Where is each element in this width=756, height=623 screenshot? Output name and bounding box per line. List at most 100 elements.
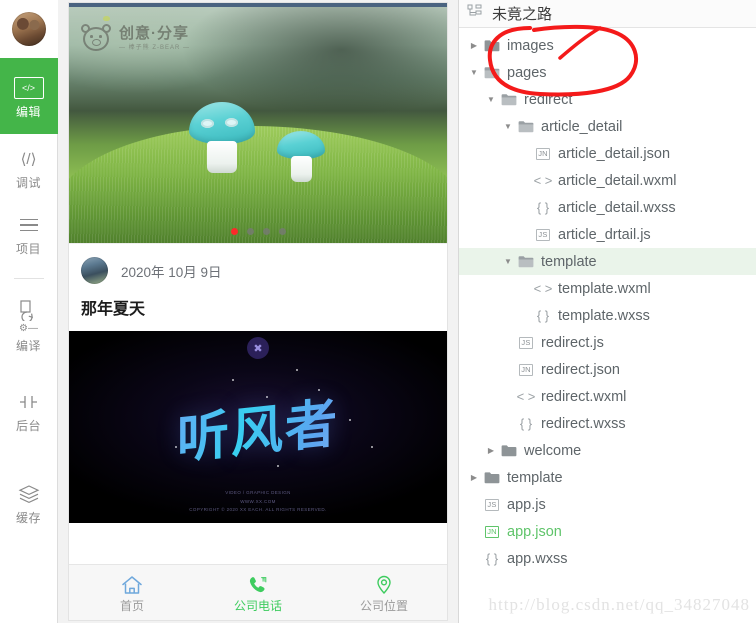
tree-row-label: redirect — [524, 91, 573, 108]
mushroom-large — [189, 102, 255, 173]
folder-closed-icon — [481, 471, 503, 484]
chevron-right-icon[interactable]: ▶ — [467, 41, 481, 50]
tree-folder-row[interactable]: ▼ redirect — [459, 86, 756, 113]
article-title: 那年夏天 — [81, 301, 146, 318]
angle-brackets-icon: ⟨/⟩ — [20, 151, 37, 168]
carousel-indicator[interactable] — [69, 228, 447, 235]
js-file-icon: JS — [481, 498, 503, 511]
tree-folder-row[interactable]: ▶ images — [459, 32, 756, 59]
tab-company-location[interactable]: 公司位置 — [321, 574, 447, 612]
js-file-icon: JS — [532, 228, 554, 241]
hamburger-icon — [19, 213, 38, 237]
phone-icon — [246, 574, 270, 596]
tree-folder-row[interactable]: ▶ welcome — [459, 437, 756, 464]
sidebar-item-label: 编辑 — [15, 105, 41, 119]
home-icon — [120, 574, 144, 596]
tree-file-row[interactable]: ▶{ }template.wxss — [459, 302, 756, 329]
simulator-preview-panel: 创意·分享 — 棒子熊 Z-BEAR — 2020年 10月 9日 那年夏天 ✖… — [58, 0, 458, 623]
tree-row-label: welcome — [524, 442, 582, 459]
carousel-dot-1[interactable] — [230, 228, 238, 235]
sidebar-item-debug[interactable]: ⟨/⟩ 调试 — [0, 134, 58, 200]
sidebar-item-cache[interactable]: 缓存 — [0, 469, 58, 535]
tree-file-row[interactable]: ▶JNapp.json — [459, 518, 756, 545]
sidebar-item-compile[interactable]: ⚙— 编译 — [0, 285, 58, 363]
tree-file-row[interactable]: ▶JSredirect.js — [459, 329, 756, 356]
tree-file-row[interactable]: ▶< >redirect.wxml — [459, 383, 756, 410]
folder-closed-icon — [498, 444, 520, 457]
banner-carousel[interactable]: 创意·分享 — 棒子熊 Z-BEAR — — [69, 7, 447, 243]
tab-label: 公司电话 — [233, 598, 282, 613]
layers-cache-icon — [17, 482, 41, 506]
folder-open-icon — [481, 66, 503, 79]
avatar-image — [11, 12, 46, 46]
sidebar-item-label: 编译 — [15, 339, 41, 353]
chevron-right-icon[interactable]: ▶ — [484, 446, 498, 455]
tree-folder-row[interactable]: ▼ article_detail — [459, 113, 756, 140]
sidebar-item-label: 缓存 — [15, 511, 41, 525]
chevron-right-icon[interactable]: ▶ — [467, 473, 481, 482]
wxss-file-icon: { } — [519, 416, 533, 431]
chevron-down-icon[interactable]: ▼ — [467, 68, 481, 77]
grass-decoration — [69, 126, 447, 243]
sidebar-item-backend[interactable]: 后台 — [0, 377, 58, 443]
sidebar-divider — [13, 278, 44, 279]
article-date: 2020年 10月 9日 — [121, 264, 222, 280]
compile-refresh-icon — [18, 298, 40, 322]
wxml-file-icon: < > — [516, 389, 536, 404]
tree-row-label: article_detail.wxml — [558, 172, 677, 189]
sidebar-item-project[interactable]: 项目 — [0, 200, 58, 266]
sidebar-item-label: 后台 — [15, 419, 41, 433]
tree-row-label: redirect.js — [541, 334, 604, 351]
folder-open-icon — [515, 255, 537, 268]
sidebar-item-edit[interactable]: </> 编辑 — [0, 58, 58, 134]
folder-open-icon — [498, 93, 520, 106]
author-avatar — [81, 257, 108, 284]
tree-file-row[interactable]: ▶{ }redirect.wxss — [459, 410, 756, 437]
carousel-dot-4[interactable] — [278, 228, 286, 235]
wxml-file-icon: < > — [533, 173, 553, 188]
tree-file-row[interactable]: ▶JNredirect.json — [459, 356, 756, 383]
tree-file-row[interactable]: ▶< >article_detail.wxml — [459, 167, 756, 194]
tree-row-label: template — [507, 469, 563, 486]
tree-file-row[interactable]: ▶JSapp.js — [459, 491, 756, 518]
tree-file-row[interactable]: ▶{ }app.wxss — [459, 545, 756, 572]
tree-row-label: article_detail.wxss — [558, 199, 676, 216]
tree-row-label: app.js — [507, 496, 546, 513]
wxss-file-icon: { } — [536, 308, 550, 323]
file-tree-panel: 未竟之路 ▶ images ▼ pages ▼ redirect ▼ article_deta… — [458, 0, 756, 623]
chevron-down-icon[interactable]: ▼ — [501, 257, 515, 266]
project-tree-icon — [467, 4, 482, 24]
js-file-icon: JS — [515, 336, 537, 349]
backend-panel-icon — [17, 390, 41, 414]
tree-file-row[interactable]: ▶JNarticle_detail.json — [459, 140, 756, 167]
tab-company-phone[interactable]: 公司电话 — [195, 574, 321, 612]
cover-fineprint: VIDEO / GRAPHIC DESIGN WWW.XX.COM COPYRI… — [189, 490, 327, 513]
carousel-dot-3[interactable] — [262, 228, 270, 235]
file-tree-list[interactable]: ▶ images ▼ pages ▼ redirect ▼ article_detail ▶ JN… — [459, 28, 756, 623]
tree-row-label: redirect.wxss — [541, 415, 626, 432]
tree-folder-row[interactable]: ▼ pages — [459, 59, 756, 86]
tree-file-row[interactable]: ▶< >template.wxml — [459, 275, 756, 302]
wxss-file-icon: { } — [536, 200, 550, 215]
wxss-file-icon: { } — [485, 551, 499, 566]
tree-file-row[interactable]: ▶{ }article_detail.wxss — [459, 194, 756, 221]
sidebar-item-label: 调试 — [15, 176, 41, 190]
chevron-down-icon[interactable]: ▼ — [501, 122, 515, 131]
tab-home[interactable]: 首页 — [69, 574, 195, 612]
wechat-devtools-window: </> 编辑 ⟨/⟩ 调试 项目 ⚙— 编译 后台 缓存 创意·分享 — 棒子熊… — [0, 0, 756, 623]
tree-row-label: pages — [507, 64, 547, 81]
tree-row-label: article_detail.json — [558, 145, 671, 162]
carousel-dot-2[interactable] — [246, 228, 254, 235]
tree-row-label: template.wxml — [558, 280, 651, 297]
chevron-down-icon[interactable]: ▼ — [484, 95, 498, 104]
tree-file-row[interactable]: ▶JSarticle_drtail.js — [459, 221, 756, 248]
article-cover-image[interactable]: ✖ 听风者 VIDEO / GRAPHIC DESIGN WWW.XX.COM … — [69, 331, 447, 523]
project-title: 未竟之路 — [492, 6, 553, 23]
json-file-icon: JN — [515, 363, 537, 376]
tree-folder-row[interactable]: ▶ template — [459, 464, 756, 491]
user-avatar[interactable] — [0, 0, 58, 58]
folder-open-icon — [515, 120, 537, 133]
bear-mascot-icon — [79, 16, 113, 53]
tree-folder-row[interactable]: ▼ template — [459, 248, 756, 275]
banner-logo: 创意·分享 — 棒子熊 Z-BEAR — — [79, 16, 190, 53]
